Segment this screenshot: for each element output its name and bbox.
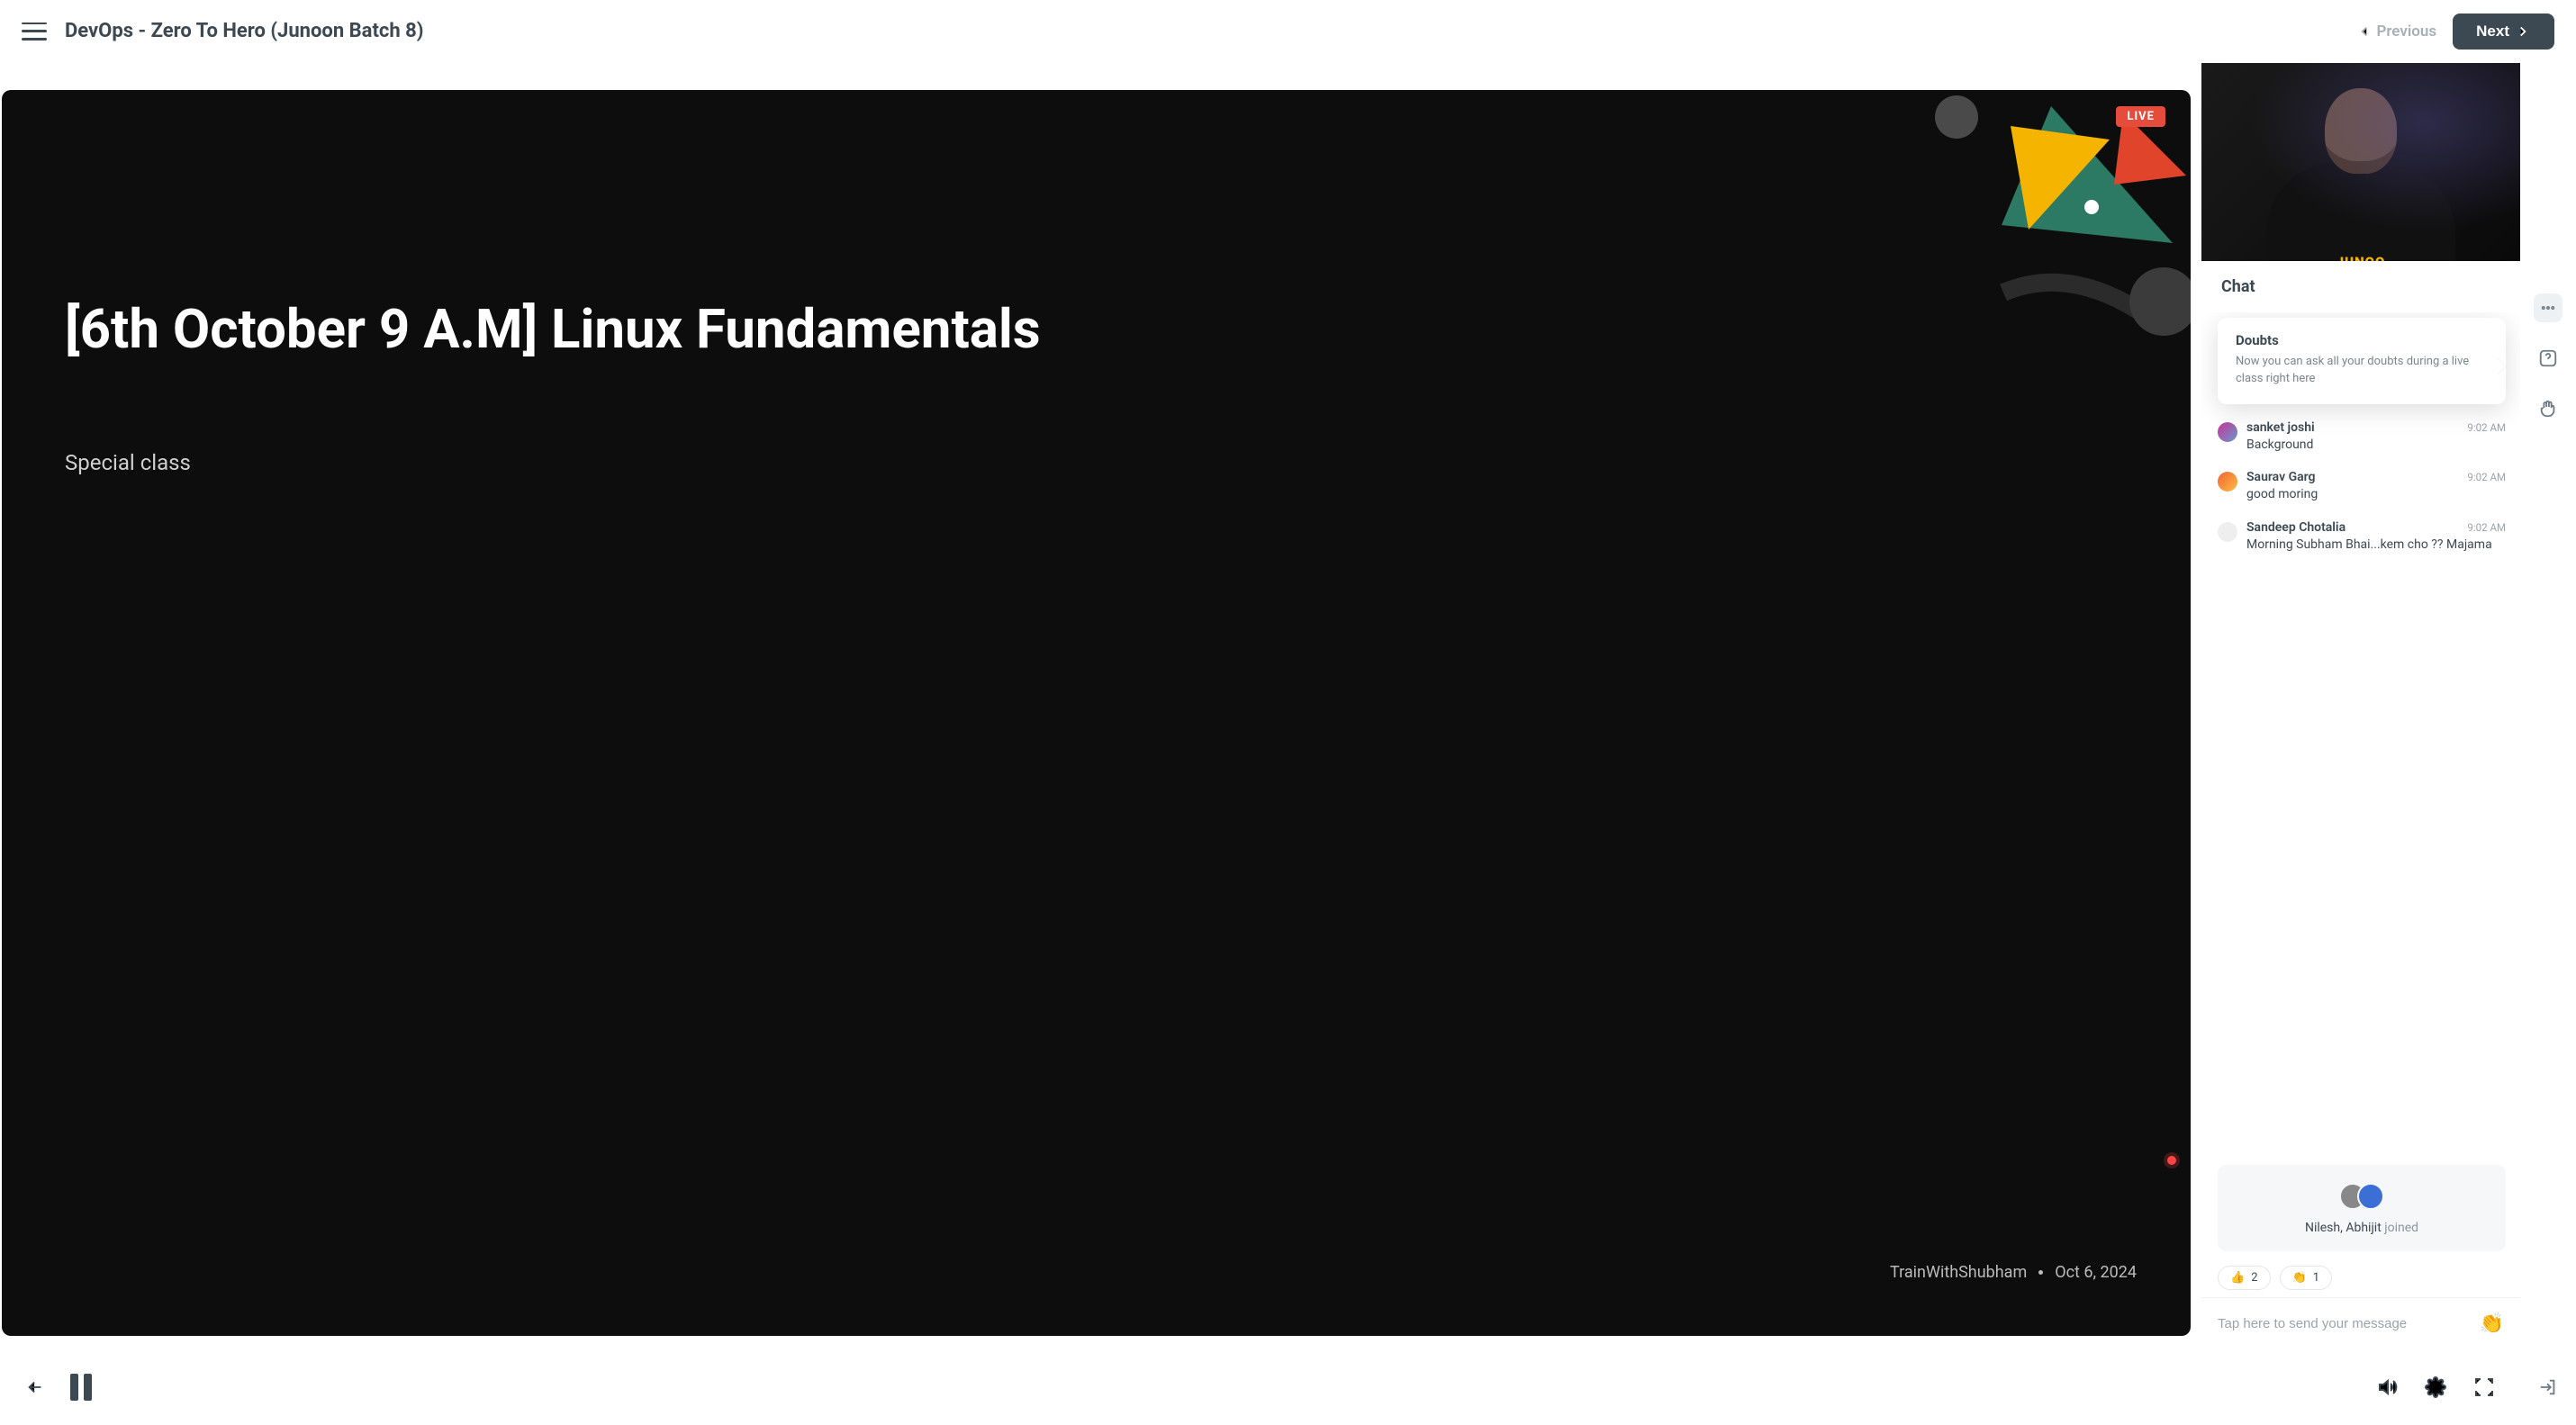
reaction-count: 1 [2313, 1271, 2319, 1285]
arrow-left-icon [25, 1377, 45, 1397]
chat-time: 9:02 AM [2467, 471, 2506, 483]
more-options-button[interactable] [2534, 293, 2562, 322]
next-button[interactable]: Next [2453, 14, 2554, 50]
avatar [2357, 1183, 2384, 1210]
joined-names: Nilesh, Abhijit [2305, 1221, 2382, 1235]
chevron-right-icon [2515, 23, 2531, 40]
slide-meta: TrainWithShubham Oct 6, 2024 [1890, 1263, 2137, 1282]
joined-text: Nilesh, Abhijit joined [2305, 1221, 2418, 1235]
gear-icon [2425, 1376, 2446, 1398]
raise-hand-button[interactable] [2534, 394, 2562, 423]
slide-title: [6th October 9 A.M] Linux Fundamentals [65, 297, 2119, 362]
separator-dot-icon [2038, 1270, 2043, 1275]
session-date: Oct 6, 2024 [2055, 1263, 2137, 1282]
live-badge: LIVE [2116, 106, 2165, 127]
chat-text: good moring [2246, 486, 2506, 504]
volume-button[interactable] [2376, 1376, 2398, 1398]
doubts-tooltip-body: Now you can ask all your doubts during a… [2236, 354, 2488, 388]
fullscreen-icon [2473, 1376, 2495, 1398]
chat-message: Saurav Garg 9:02 AM good moring [2218, 470, 2506, 504]
player-bar [0, 1349, 2520, 1425]
settings-button[interactable] [2425, 1376, 2446, 1398]
chat-header: Chat [2201, 261, 2520, 312]
fullscreen-button[interactable] [2473, 1376, 2495, 1398]
video-stage[interactable]: LIVE [6th October 9 A.M] Linux Fundament… [2, 90, 2191, 1336]
slide-subtitle: Special class [65, 450, 191, 475]
chat-time: 9:02 AM [2467, 521, 2506, 534]
menu-icon[interactable] [22, 23, 47, 41]
avatar [2218, 522, 2237, 542]
joined-card: Nilesh, Abhijit joined [2218, 1165, 2506, 1251]
previous-label: Previous [2376, 23, 2436, 41]
reaction-chip-like[interactable]: 👍 2 [2218, 1266, 2271, 1290]
chat-time: 9:02 AM [2467, 421, 2506, 434]
recording-indicator-icon [2167, 1156, 2176, 1165]
chat-text: Background [2246, 437, 2506, 455]
help-icon [2538, 348, 2558, 368]
chat-text: Morning Subham Bhai...kem cho ?? Majama [2246, 537, 2506, 555]
instructor-name: TrainWithShubham [1890, 1263, 2027, 1282]
presenter-video[interactable]: JUNOO [2201, 63, 2520, 261]
chat-stream[interactable]: Doubts Now you can ask all your doubts d… [2201, 312, 2520, 1257]
page-title: DevOps - Zero To Hero (Junoon Batch 8) [65, 20, 423, 42]
video-stage-column: LIVE [6th October 9 A.M] Linux Fundament… [0, 63, 2201, 1349]
chat-input-row: 👏 [2201, 1297, 2520, 1349]
chevron-left-icon [2356, 23, 2373, 40]
pause-icon [70, 1374, 78, 1401]
doubts-tooltip: Doubts Now you can ask all your doubts d… [2218, 318, 2506, 404]
chat-author: Saurav Garg [2246, 470, 2316, 484]
clap-icon: 👏 [2292, 1271, 2307, 1285]
next-label: Next [2476, 23, 2509, 41]
chat-message: Sandeep Chotalia 9:02 AM Morning Subham … [2218, 520, 2506, 555]
chat-author: Sandeep Chotalia [2246, 520, 2346, 535]
joined-avatars [2339, 1183, 2384, 1210]
previous-button[interactable]: Previous [2356, 23, 2436, 41]
doubts-button[interactable] [2534, 344, 2562, 373]
reaction-chip-clap[interactable]: 👏 1 [2280, 1266, 2333, 1290]
pause-button[interactable] [70, 1374, 92, 1401]
volume-icon [2376, 1376, 2398, 1398]
right-rail [2520, 63, 2576, 1425]
raise-hand-icon [2538, 399, 2558, 419]
top-bar: DevOps - Zero To Hero (Junoon Batch 8) P… [0, 0, 2576, 63]
clap-button[interactable]: 👏 [2480, 1312, 2504, 1335]
more-horizontal-icon [2540, 300, 2556, 316]
joined-suffix: joined [2382, 1221, 2418, 1235]
avatar [2218, 472, 2237, 492]
back-button[interactable] [25, 1377, 45, 1397]
chat-input[interactable] [2218, 1316, 2471, 1331]
avatar [2218, 422, 2237, 442]
exit-icon [2538, 1377, 2558, 1397]
doubts-tooltip-title: Doubts [2236, 332, 2488, 348]
thumbs-up-icon: 👍 [2230, 1271, 2245, 1285]
presenter-shirt-text: JUNOO [2336, 254, 2386, 261]
chat-message: sanket joshi 9:02 AM Background [2218, 420, 2506, 455]
chat-sidebar: JUNOO Chat Doubts Now you can ask all yo… [2201, 63, 2520, 1349]
reaction-row: 👍 2 👏 1 [2201, 1257, 2520, 1290]
exit-button[interactable] [2534, 1373, 2562, 1402]
chat-author: sanket joshi [2246, 420, 2315, 435]
reaction-count: 2 [2251, 1271, 2257, 1285]
